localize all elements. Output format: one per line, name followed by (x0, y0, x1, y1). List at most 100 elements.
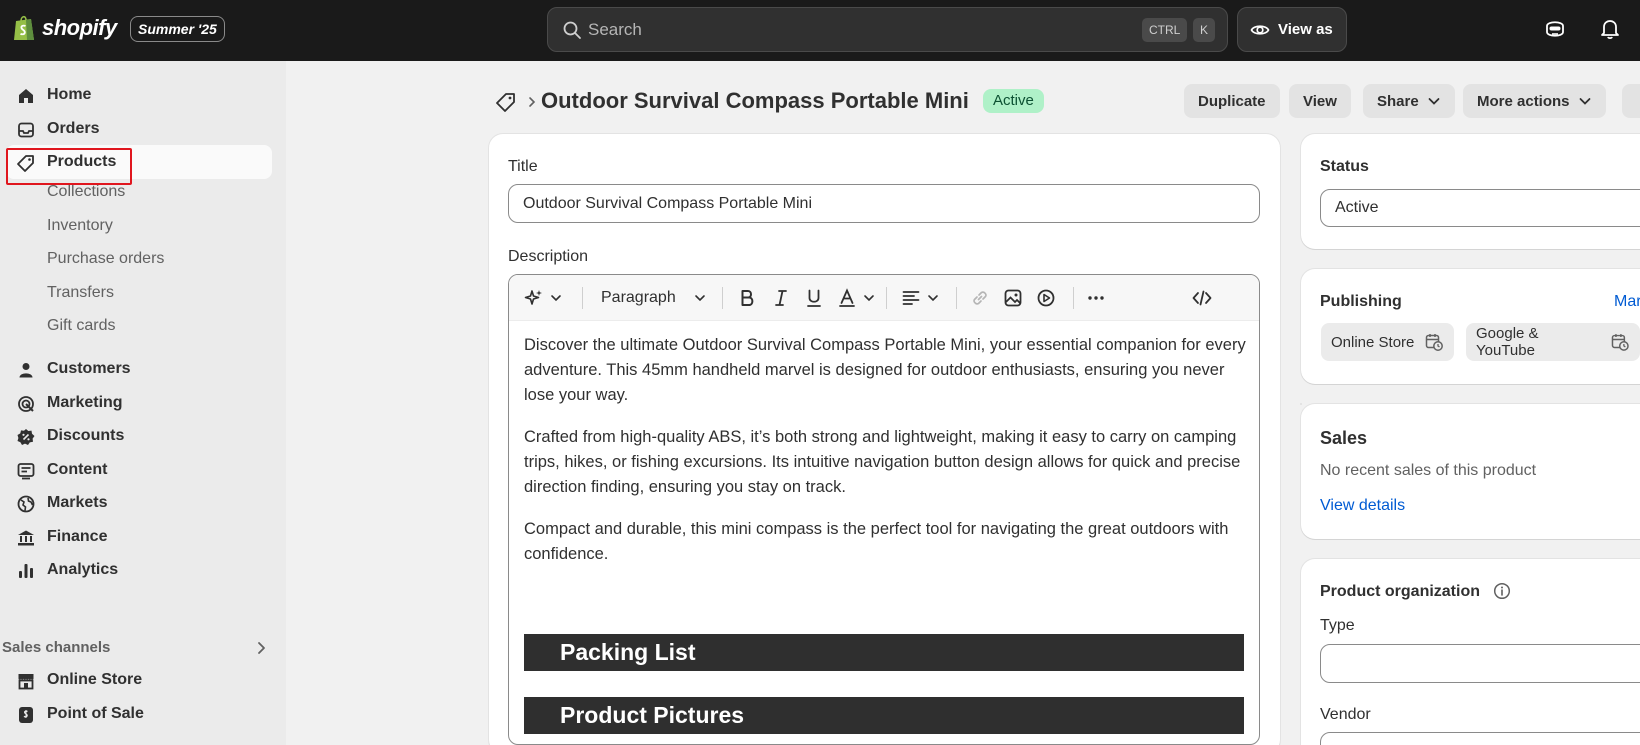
bold-icon (741, 290, 754, 306)
more-actions-label: More actions (1477, 92, 1570, 110)
sidebar-item-online-store[interactable]: Online Store (6, 663, 272, 697)
sidebar-item-label: Marketing (47, 394, 123, 411)
calendar-clock-icon (1611, 334, 1629, 351)
type-label: Type (1320, 617, 1355, 634)
search-icon (563, 21, 581, 39)
vendor-label: Vendor (1320, 706, 1371, 723)
title-input[interactable]: Outdoor Survival Compass Portable Mini (508, 184, 1260, 223)
calendar-clock-icon (1426, 334, 1444, 351)
sidebar-item-label: Home (47, 86, 92, 103)
edition-badge[interactable]: Summer '25 (130, 16, 225, 42)
sales-channels-heading[interactable]: Sales channels (2, 639, 110, 656)
insert-video-button[interactable] (1036, 287, 1056, 309)
status-select[interactable]: Active (1320, 189, 1640, 227)
view-button[interactable]: View (1289, 84, 1351, 118)
paragraph-style-select[interactable]: Paragraph (601, 287, 706, 309)
sidebar-item-orders[interactable]: Orders (6, 112, 272, 146)
inbox-icon (18, 122, 34, 138)
more-horizontal-icon (1088, 296, 1104, 300)
eye-icon (1250, 24, 1270, 35)
insert-link-button[interactable] (970, 287, 990, 309)
sidebar-subitem-purchase-orders[interactable]: Purchase orders (47, 250, 164, 268)
sidebar-subitem-inventory[interactable]: Inventory (47, 217, 113, 235)
channel-name: Google & YouTube (1476, 325, 1539, 359)
channel-pill-online-store[interactable]: Online Store (1321, 323, 1455, 361)
view-as-button[interactable]: View as (1237, 7, 1347, 52)
sidebar-subitem-gift-cards[interactable]: Gift cards (47, 317, 115, 335)
sidebar-item-content[interactable]: Content (6, 453, 272, 487)
view-label: View (1303, 92, 1337, 110)
sidebar-item-label: Customers (47, 360, 131, 377)
sales-card-title: Sales (1320, 428, 1368, 448)
more-actions-button[interactable]: More actions (1463, 84, 1606, 118)
pos-icon (19, 707, 33, 723)
sidekick-icon[interactable] (1543, 17, 1567, 41)
description-content[interactable]: Discover the ultimate Outdoor Survival C… (524, 333, 1246, 584)
sidebar-item-finance[interactable]: Finance (6, 520, 272, 554)
sidebar-subitem-collections[interactable]: Collections (47, 183, 125, 201)
shortcut-k: K (1193, 18, 1216, 42)
align-left-icon (902, 291, 920, 305)
toolbar-divider (886, 287, 887, 309)
code-icon (1192, 290, 1212, 306)
text-color-icon (839, 288, 855, 307)
logo-wordmark: shopify (42, 15, 117, 40)
toolbar-divider (582, 287, 583, 309)
editor-toolbar: Paragraph (509, 275, 1259, 321)
store-icon (18, 674, 34, 690)
text-color-button[interactable] (837, 287, 875, 309)
chevron-right-icon (529, 97, 536, 107)
discount-icon (17, 429, 35, 445)
more-formatting-button[interactable] (1086, 287, 1106, 309)
chevron-right-icon[interactable] (253, 640, 269, 656)
previous-product-button[interactable] (1622, 84, 1640, 118)
sidebar-subitem-transfers[interactable]: Transfers (47, 284, 114, 302)
description-editor[interactable]: Paragraph Discover the ultimate Outdoor … (508, 274, 1260, 745)
share-label: Share (1377, 92, 1419, 110)
toolbar-divider (1073, 287, 1074, 309)
duplicate-button[interactable]: Duplicate (1184, 84, 1280, 118)
align-button[interactable] (901, 287, 939, 309)
sidebar-item-label: Point of Sale (47, 705, 144, 722)
sidebar-item-home[interactable]: Home (6, 78, 272, 112)
shopify-logo[interactable]: shopify (12, 14, 117, 42)
type-input[interactable] (1320, 644, 1640, 683)
show-html-button[interactable] (1192, 287, 1212, 309)
search-bar[interactable]: Search CTRL K (547, 7, 1228, 52)
share-button[interactable]: Share (1363, 84, 1455, 118)
sidebar-item-discounts[interactable]: Discounts (6, 419, 272, 453)
description-label: Description (508, 248, 589, 265)
search-placeholder: Search (588, 20, 642, 39)
info-icon[interactable] (1493, 582, 1511, 600)
product-organization-title: Product organization (1320, 583, 1480, 600)
shopify-bag-icon (14, 15, 34, 40)
page-title: Outdoor Survival Compass Portable Mini (541, 88, 969, 113)
title-label: Title (508, 158, 538, 175)
toolbar-divider (722, 287, 723, 309)
content-icon (17, 463, 35, 480)
manage-publishing-link[interactable]: Mar (1614, 293, 1640, 311)
chevron-down-icon (928, 295, 938, 302)
sidebar-item-markets[interactable]: Markets (6, 486, 272, 520)
description-paragraph: Discover the ultimate Outdoor Survival C… (524, 336, 1246, 404)
channel-pill-google-youtube[interactable]: Google & YouTube (1466, 323, 1640, 361)
sidebar-item-customers[interactable]: Customers (6, 352, 272, 386)
sidebar-item-label: Orders (47, 120, 100, 137)
sidebar-item-point-of-sale[interactable]: Point of Sale (6, 697, 272, 731)
vendor-input[interactable] (1320, 732, 1640, 745)
bell-icon[interactable] (1598, 17, 1622, 41)
chevron-down-icon (864, 295, 874, 302)
ai-generate-button[interactable] (524, 287, 562, 309)
tag-icon[interactable] (495, 91, 517, 113)
sidebar-item-analytics[interactable]: Analytics (6, 553, 272, 587)
chevron-down-icon (694, 295, 705, 302)
view-details-link[interactable]: View details (1320, 497, 1405, 515)
underline-button[interactable] (804, 287, 824, 309)
bold-button[interactable] (737, 287, 757, 309)
sidebar-item-label: Markets (47, 494, 108, 511)
italic-button[interactable] (771, 287, 791, 309)
insert-image-button[interactable] (1003, 287, 1023, 309)
bar-chart-icon (19, 564, 33, 578)
sidebar-item-label: Online Store (47, 671, 143, 688)
sidebar-item-marketing[interactable]: Marketing (6, 386, 272, 420)
